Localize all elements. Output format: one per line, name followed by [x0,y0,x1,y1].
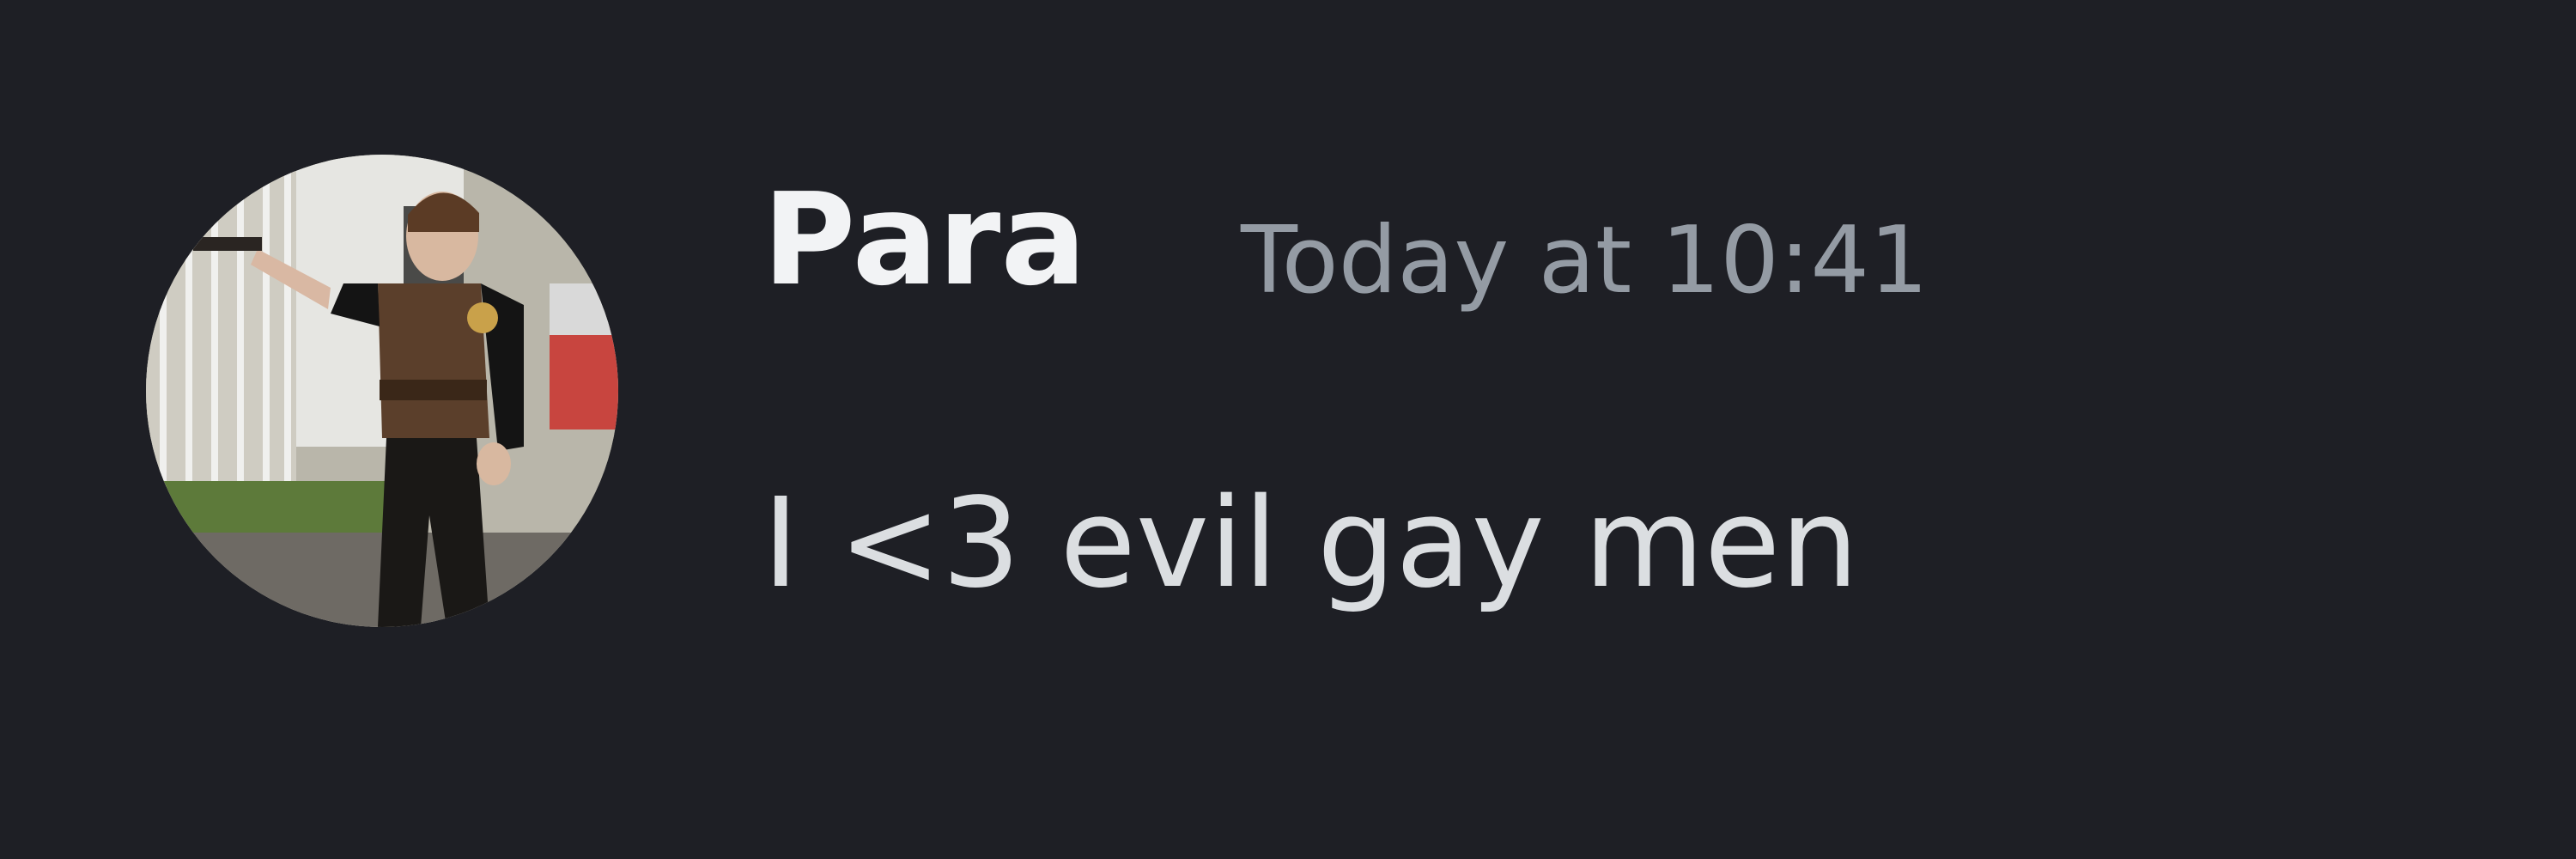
avatar[interactable] [146,155,618,627]
username[interactable]: Para [762,176,1086,303]
chat-message: Para Today at 10:41 I <3 evil gay men [0,0,2576,859]
avatar-photo [146,155,618,627]
message-content: I <3 evil gay men [762,471,1859,615]
message-timestamp[interactable]: Today at 10:41 [1241,215,1929,308]
